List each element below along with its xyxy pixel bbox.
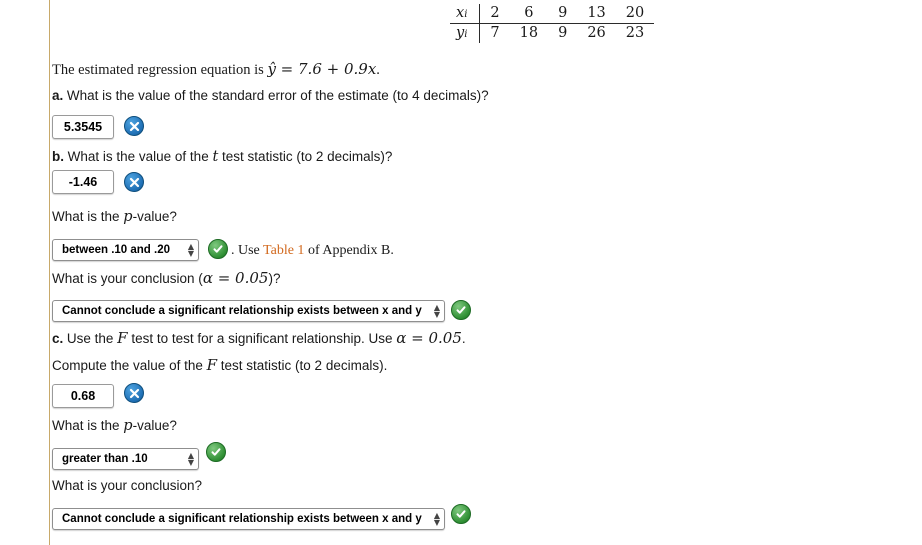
conclusion-select-b-label: Cannot conclude a significant relationsh… xyxy=(62,305,422,317)
conclusion-select-b[interactable]: Cannot conclude a significant relationsh… xyxy=(52,300,445,322)
conclusion-select-c[interactable]: Cannot conclude a significant relationsh… xyxy=(52,508,445,530)
question-b-conclusion: What is your conclusion (α = 0.05)? xyxy=(52,269,280,289)
status-icon-correct-c-pvalue xyxy=(206,442,226,462)
pvalue-c-p: p xyxy=(123,418,133,434)
compute-c-pre: Compute the value of the xyxy=(52,358,207,373)
compute-c-F: F xyxy=(206,356,218,374)
question-c-compute: Compute the value of the F test statisti… xyxy=(52,356,387,376)
x-value-cell: 13 xyxy=(577,4,616,24)
status-icon-correct-b-conclusion xyxy=(451,300,471,320)
part-letter-c: c. xyxy=(52,331,64,346)
question-b-pvalue: What is the p-value? xyxy=(52,208,177,227)
question-a-text: What is the value of the standard error … xyxy=(66,88,489,103)
row-label-y: yi xyxy=(450,23,481,43)
table-row: yi 7 18 9 26 23 xyxy=(450,23,654,43)
pvalue-c-pre: What is the xyxy=(52,418,124,433)
y-value-cell: 18 xyxy=(519,25,539,41)
conclusion-b-pre: What is your conclusion ( xyxy=(52,271,203,286)
pvalue-select-b-label: between .10 and .20 xyxy=(62,244,171,256)
question-b-text-1: What is the value of the xyxy=(67,149,213,164)
x-value-cell: 9 xyxy=(548,4,578,24)
table-1-link[interactable]: Table 1 xyxy=(263,243,304,258)
pvalue-select-c[interactable]: greater than .10 ▲ ▼ xyxy=(52,448,199,470)
question-b: b. What is the value of the t test stati… xyxy=(52,148,392,167)
stepper-arrows-icon: ▲ ▼ xyxy=(187,242,194,258)
question-c-alpha: α = 0.05 xyxy=(396,329,462,347)
question-b-text-2: test statistic (to 2 decimals)? xyxy=(218,149,393,164)
intro-text-after: . xyxy=(376,62,380,78)
stepper-arrows-icon: ▲ ▼ xyxy=(433,303,440,319)
data-table: xi 2 6 9 13 20 yi 7 18 9 26 23 xyxy=(450,4,655,43)
y-value-cell: 23 xyxy=(625,25,645,41)
pvalue-c-post: -value? xyxy=(132,418,177,433)
question-c-conclusion: What is your conclusion? xyxy=(52,477,202,496)
question-c-F: F xyxy=(117,329,128,347)
conclusion-b-post: )? xyxy=(268,271,281,286)
stepper-arrows-icon: ▲ ▼ xyxy=(187,451,194,467)
pvalue-b-suffix: . Use Table 1 of Appendix B. xyxy=(231,242,394,260)
answer-input-b[interactable]: -1.46 xyxy=(52,170,114,194)
pvalue-b-suffix-pre: . Use xyxy=(231,243,264,258)
question-c-pre: Use the xyxy=(66,331,118,346)
question-c-pvalue: What is the p-value? xyxy=(52,417,177,436)
x-value-cell: 20 xyxy=(615,4,655,24)
status-icon-correct-c-conclusion xyxy=(451,504,471,524)
pvalue-select-b[interactable]: between .10 and .20 ▲ ▼ xyxy=(52,239,199,261)
conclusion-b-alpha: α = 0.05 xyxy=(202,269,269,287)
conclusion-select-c-label: Cannot conclude a significant relationsh… xyxy=(62,513,422,525)
pvalue-b-pre: What is the xyxy=(52,209,124,224)
status-icon-correct-b-pvalue xyxy=(208,239,228,259)
conclusion-c-text: What is your conclusion? xyxy=(52,478,203,493)
answer-input-a[interactable]: 5.3545 xyxy=(52,115,114,139)
question-c: c. Use the F test to test for a signific… xyxy=(52,329,466,349)
question-a: a. What is the value of the standard err… xyxy=(52,87,489,106)
x-value-cell: 6 xyxy=(509,4,549,24)
question-c-post: . xyxy=(461,331,466,346)
part-letter-b: b. xyxy=(52,149,64,164)
part-letter-a: a. xyxy=(52,88,64,103)
table-row: xi 2 6 9 13 20 xyxy=(450,4,655,24)
pvalue-b-p: p xyxy=(123,209,133,225)
pvalue-select-c-label: greater than .10 xyxy=(62,453,148,465)
compute-c-post: test statistic (to 2 decimals). xyxy=(217,358,388,373)
pvalue-b-post: -value? xyxy=(132,209,177,224)
status-icon-incorrect-c xyxy=(124,383,144,403)
y-value-cell: 9 xyxy=(558,25,568,41)
stepper-arrows-icon: ▲ ▼ xyxy=(433,511,440,527)
y-value-cell: 7 xyxy=(490,25,500,41)
worksheet-page: xi 2 6 9 13 20 yi 7 18 9 26 23 The estim… xyxy=(50,0,922,545)
intro-text-before: The estimated regression equation is xyxy=(52,62,268,78)
row-label-x: xi xyxy=(450,4,481,24)
status-icon-incorrect-a xyxy=(124,116,144,136)
pvalue-b-suffix-post: of Appendix B. xyxy=(304,243,394,258)
regression-equation: ŷ = 7.6 + 0.9x xyxy=(267,60,377,78)
x-value-cell: 2 xyxy=(479,4,510,24)
answer-input-c[interactable]: 0.68 xyxy=(52,384,114,408)
y-value-cell: 26 xyxy=(587,25,606,41)
status-icon-incorrect-b xyxy=(124,172,144,192)
question-c-mid: test to test for a significant relations… xyxy=(127,331,397,346)
regression-equation-line: The estimated regression equation is ŷ =… xyxy=(52,60,380,80)
